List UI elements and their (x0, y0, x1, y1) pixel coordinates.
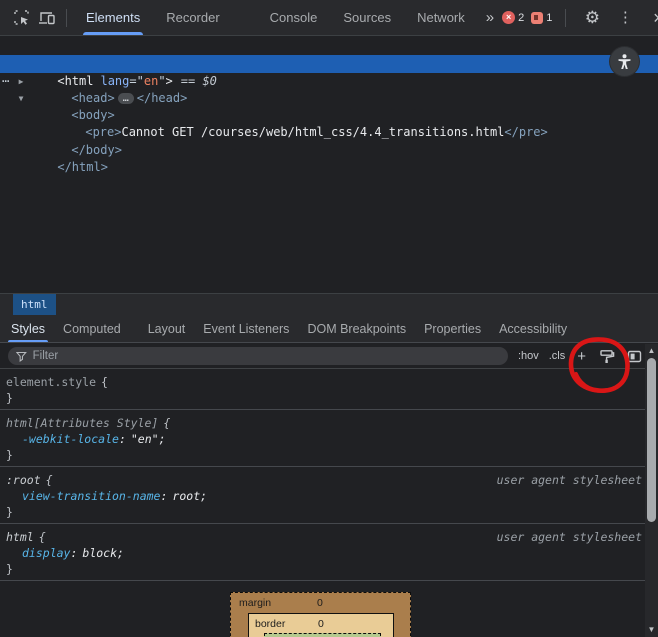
tab-dom-breakpoints[interactable]: DOM Breakpoints (298, 315, 415, 342)
box-model-diagram: margin 0 border 0 (230, 592, 411, 637)
tab-accessibility[interactable]: Accessibility (490, 315, 576, 342)
tab-recorder[interactable]: Recorder (153, 0, 232, 35)
box-model-padding[interactable] (264, 633, 381, 637)
dom-node-body[interactable]: ▼<body> (0, 90, 658, 107)
devtools-window: Elements Recorder Console Sources Networ… (0, 0, 658, 637)
issues-badge[interactable]: 1 (531, 12, 552, 24)
accessibility-person-icon[interactable] (610, 47, 639, 76)
breadcrumb-crumb-html[interactable]: html (13, 294, 56, 315)
rule-selector[interactable]: html[Attributes Style] (6, 415, 158, 431)
css-rule-html: html{ user agent stylesheet display:bloc… (0, 524, 658, 581)
close-icon[interactable]: × (645, 5, 658, 31)
scroll-up-arrow[interactable]: ▲ (645, 346, 658, 356)
elements-dom-tree: <!DOCTYPE html> ⋯<htmllang="en">== $0 ▶<… (0, 36, 658, 293)
tab-console[interactable]: Console (257, 0, 331, 35)
panel-tabs: Elements Recorder Console Sources Networ… (73, 0, 502, 35)
css-rule-element-style: element.style{ } (0, 369, 658, 410)
tab-styles[interactable]: Styles (2, 315, 54, 342)
css-property[interactable]: display:block; (6, 545, 642, 561)
css-rules-list: element.style{ } html[Attributes Style]{… (0, 369, 658, 581)
funnel-filter-icon (16, 351, 27, 362)
kebab-menu-icon[interactable]: ⋮ (612, 5, 638, 31)
device-toolbar-icon[interactable] (34, 5, 60, 31)
styles-sidebar-tabs: Styles Computed Layout Event Listeners D… (0, 315, 658, 343)
tab-computed[interactable]: Computed (54, 315, 130, 342)
filter-input[interactable] (33, 350, 500, 362)
stylesheet-origin: user agent stylesheet (497, 472, 642, 488)
settings-icon[interactable]: ⚙ (579, 5, 605, 31)
expand-arrow-icon[interactable]: ▶ (16, 73, 26, 90)
rule-selector[interactable]: element.style (6, 374, 96, 390)
css-rule-attributes-style: html[Attributes Style]{ -webkit-locale:"… (0, 410, 658, 467)
new-style-rule-button[interactable]: + (577, 348, 586, 365)
toggle-computed-sidebar-icon[interactable] (627, 349, 642, 364)
scroll-down-arrow[interactable]: ▼ (645, 625, 658, 635)
rule-selector[interactable]: html (6, 529, 34, 545)
styles-scrollbar[interactable]: ▲ ▼ (645, 344, 658, 637)
css-property[interactable]: -webkit-locale:"en"; (6, 431, 642, 447)
dom-node-html-selected[interactable]: ⋯<htmllang="en">== $0 (0, 55, 658, 72)
tab-event-listeners[interactable]: Event Listeners (194, 315, 298, 342)
box-model-border[interactable]: border 0 (248, 613, 394, 637)
dom-node-html-close[interactable]: </html> (0, 142, 658, 159)
inspect-element-icon[interactable] (8, 5, 34, 31)
toggle-element-state-button[interactable]: :hov (518, 350, 539, 362)
dom-node-pre[interactable]: <pre>Cannot GET /courses/web/html_css/4.… (0, 107, 658, 124)
styles-filter[interactable] (8, 347, 508, 365)
scrollbar-thumb[interactable] (647, 358, 656, 522)
dom-node-head[interactable]: ▶<head>…</head> (0, 73, 658, 90)
element-classes-button[interactable]: .cls (549, 350, 566, 362)
paint-brush-icon[interactable] (598, 348, 615, 365)
tab-elements[interactable]: Elements (73, 0, 153, 35)
breadcrumb: html (0, 293, 658, 315)
margin-top-value[interactable]: 0 (317, 597, 323, 609)
tab-layout[interactable]: Layout (139, 315, 195, 342)
toolbar-divider (66, 9, 67, 27)
css-rule-root: :root{ user agent stylesheet view-transi… (0, 467, 658, 524)
dom-node-body-close[interactable]: </body> (0, 124, 658, 141)
issues-icon (531, 12, 543, 24)
error-icon: × (502, 11, 515, 24)
styles-filter-row: :hov .cls + (0, 344, 658, 369)
tab-properties[interactable]: Properties (415, 315, 490, 342)
devtools-toolbar: Elements Recorder Console Sources Networ… (0, 0, 658, 36)
border-top-value[interactable]: 0 (318, 618, 324, 630)
tab-sources[interactable]: Sources (330, 0, 404, 35)
styles-pane: :hov .cls + (0, 344, 658, 637)
rule-selector[interactable]: :root (6, 472, 41, 488)
collapse-arrow-icon[interactable]: ▼ (16, 90, 26, 107)
box-model-margin[interactable]: margin 0 border 0 (230, 592, 411, 637)
css-property[interactable]: view-transition-name:root; (6, 488, 642, 504)
more-tabs-button[interactable]: » (478, 0, 502, 35)
tab-network[interactable]: Network (404, 0, 478, 35)
toolbar-divider (565, 9, 566, 27)
console-error-badge[interactable]: × 2 (502, 11, 524, 24)
dom-node-doctype[interactable]: <!DOCTYPE html> (0, 38, 658, 55)
stylesheet-origin: user agent stylesheet (497, 529, 642, 545)
